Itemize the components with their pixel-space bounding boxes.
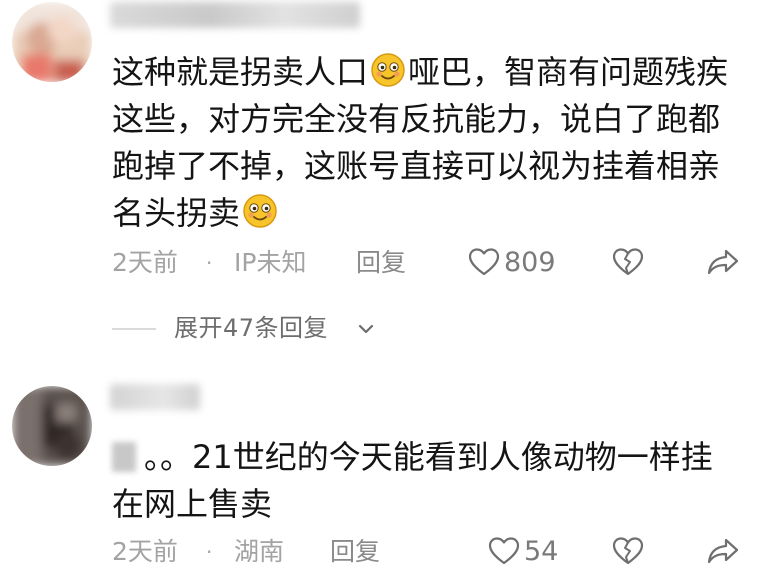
comment-list: 这种就是拐卖人口 哑巴，智商有问题残疾这些，对方完全没有反抗能力，说白了跑都跑掉… xyxy=(0,0,763,571)
heart-icon[interactable] xyxy=(468,247,500,277)
expand-replies-label: 展开47条回复 xyxy=(174,314,329,342)
comment-location: IP未知 xyxy=(234,248,307,277)
username-blurred[interactable] xyxy=(110,2,360,28)
meta-separator: · xyxy=(206,540,213,564)
reply-button[interactable]: 回复 xyxy=(356,243,406,283)
divider-line xyxy=(112,328,156,330)
comment-meta: 2天前 · IP未知 回复 809 xyxy=(112,243,752,283)
blurred-text xyxy=(112,442,136,472)
chevron-down-icon xyxy=(358,324,374,334)
reply-button[interactable]: 回复 xyxy=(330,532,380,571)
comment-text: 这种就是拐卖人口 哑巴，智商有问题残疾这些，对方完全没有反抗能力，说白了跑都跑掉… xyxy=(112,53,729,232)
comment-location: 湖南 xyxy=(234,537,285,566)
comment-time: 2天前 xyxy=(112,537,178,566)
heart-icon[interactable] xyxy=(488,536,520,566)
avatar[interactable] xyxy=(12,386,92,466)
username-blurred[interactable] xyxy=(110,384,200,410)
dislike-heart-icon[interactable] xyxy=(612,247,644,277)
share-icon[interactable] xyxy=(706,536,740,566)
dislike-heart-icon[interactable] xyxy=(612,536,644,566)
share-icon[interactable] xyxy=(706,247,740,277)
comment-meta: 2天前 · 湖南 回复 54 xyxy=(112,532,752,571)
smile-emoji xyxy=(371,53,405,87)
meta-separator: · xyxy=(206,251,213,275)
smile-emoji xyxy=(243,194,277,228)
comment-text: 。。21世纪的今天能看到人像动物一样挂在网上售卖 xyxy=(112,438,713,523)
avatar[interactable] xyxy=(12,2,92,82)
like-count: 809 xyxy=(504,247,556,278)
comment-time: 2天前 xyxy=(112,248,178,277)
like-count: 54 xyxy=(524,536,559,567)
